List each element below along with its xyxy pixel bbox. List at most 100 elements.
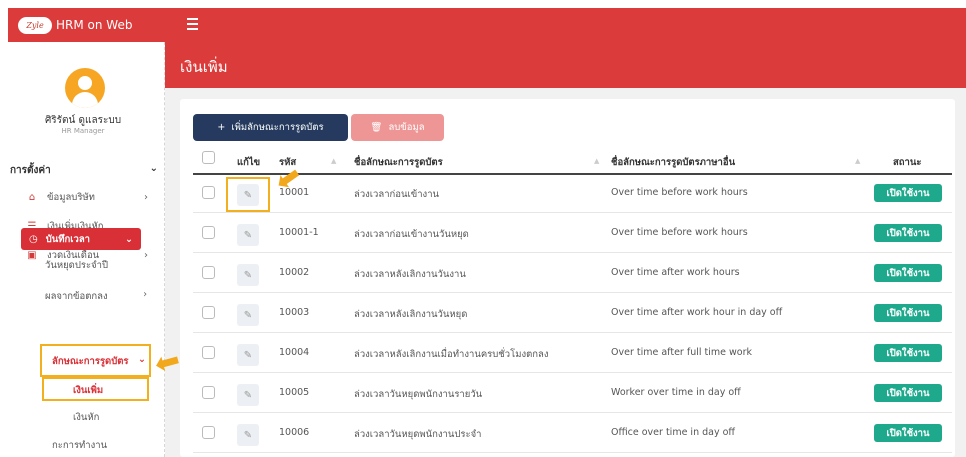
status-badge: เปิดใช้งาน <box>874 384 942 402</box>
table-row[interactable]: ✎ 10006 ล่วงเวลาวันหยุดพนักงานประจำ Offi… <box>193 413 952 453</box>
table-row[interactable]: ✎ 10002 ล่วงเวลาหลังเลิกงานวันงาน Over t… <box>193 253 952 293</box>
cell-name-other: Over time after full time work <box>611 347 752 358</box>
user-name: ศิริรัตน์ ดูแลระบบ <box>44 115 122 126</box>
edit-button[interactable]: ✎ <box>237 344 259 366</box>
chevron-right-icon: › <box>144 191 148 203</box>
sidebar-item-label: บันทึกเวลา <box>45 233 91 245</box>
edit-button[interactable]: ✎ <box>237 424 259 446</box>
cell-name: ล่วงเวลาหลังเลิกงานเมื่อทำงานครบชั่วโมงต… <box>354 349 549 360</box>
top-bar: Zyle HRM on Web <box>8 8 966 42</box>
cell-code: 10005 <box>279 387 310 398</box>
table-row[interactable]: ✎ 10005 ล่วงเวลาวันหยุดพนักงานรายวัน Wor… <box>193 373 952 413</box>
header-edit: แก้ไข <box>237 157 261 168</box>
row-checkbox[interactable] <box>202 226 215 239</box>
header-name-other[interactable]: ชื่อลักษณะการรูดบัตรภาษาอื่น <box>611 155 735 170</box>
cell-code: 10001-1 <box>279 227 319 238</box>
edit-highlight-box <box>226 177 270 212</box>
cell-name: ล่วงเวลาหลังเลิกงานวันหยุด <box>354 309 468 320</box>
sidebar-section-settings[interactable]: การตั้งค่า ⌄ <box>10 163 158 178</box>
money-icon: ▣ <box>27 249 37 261</box>
hamburger-menu-icon[interactable] <box>187 18 198 30</box>
cell-code: 10002 <box>279 267 310 278</box>
cell-name-other: Over time before work hours <box>611 227 748 238</box>
cell-name: ล่วงเวลาก่อนเข้างานวันหยุด <box>354 229 469 240</box>
delete-button[interactable]: 🗑 ลบข้อมูล <box>351 114 444 141</box>
cell-code: 10004 <box>279 347 310 358</box>
pencil-icon: ✎ <box>243 429 253 441</box>
status-badge: เปิดใช้งาน <box>874 184 942 202</box>
clock-icon: ◷ <box>29 233 38 245</box>
row-checkbox[interactable] <box>202 426 215 439</box>
edit-button[interactable]: ✎ <box>237 224 259 246</box>
pencil-icon: ✎ <box>243 309 253 321</box>
cell-name-other: Over time after work hours <box>611 267 740 278</box>
row-checkbox[interactable] <box>202 266 215 279</box>
plus-icon: + <box>217 122 226 133</box>
sidebar-sub-agreement[interactable]: ผลจากข้อตกลง › <box>45 289 157 304</box>
user-role: HR Manager <box>61 127 105 135</box>
cell-code: 10003 <box>279 307 310 318</box>
data-card: + เพิ่มลักษณะการรูดบัตร 🗑 ลบข้อมูล แก้ไข… <box>180 99 955 457</box>
status-badge: เปิดใช้งาน <box>874 304 942 322</box>
add-card-type-button[interactable]: + เพิ่มลักษณะการรูดบัตร <box>193 114 348 141</box>
cell-code: 10006 <box>279 427 310 438</box>
chevron-right-icon: › <box>144 249 148 261</box>
status-badge: เปิดใช้งาน <box>874 264 942 282</box>
home-icon: ⌂ <box>28 191 36 203</box>
page-title: เงินเพิ่ม <box>180 58 228 76</box>
table-row[interactable]: ✎ 10001-1 ล่วงเวลาก่อนเข้างานวันหยุด Ove… <box>193 213 952 253</box>
row-checkbox[interactable] <box>202 306 215 319</box>
avatar[interactable] <box>65 68 105 108</box>
select-all-checkbox[interactable] <box>202 151 215 164</box>
status-badge: เปิดใช้งาน <box>874 424 942 442</box>
sidebar-sub-deduction[interactable]: เงินหัก <box>73 410 99 425</box>
row-checkbox[interactable] <box>202 346 215 359</box>
pencil-icon: ✎ <box>243 269 253 281</box>
cell-name-other: Worker over time in day off <box>611 387 741 398</box>
edit-button[interactable]: ✎ <box>237 264 259 286</box>
sort-icon[interactable]: ▲ <box>594 157 599 165</box>
header-status[interactable]: สถานะ <box>893 155 921 170</box>
sidebar-item-label: ข้อมูลบริษัท <box>47 191 95 203</box>
table-header: แก้ไข รหัส ▲ ชื่อลักษณะการรูดบัตร ▲ ชื่อ… <box>193 145 952 175</box>
sort-icon[interactable]: ▲ <box>331 157 336 165</box>
table-row[interactable]: ✎ 10001 ล่วงเวลาก่อนเข้างาน Over time be… <box>193 173 952 213</box>
add-button-label: เพิ่มลักษณะการรูดบัตร <box>231 122 324 133</box>
sidebar-sub-allowance[interactable]: เงินเพิ่ม <box>73 383 103 398</box>
table-row[interactable]: ✎ 10003 ล่วงเวลาหลังเลิกงานวันหยุด Over … <box>193 293 952 333</box>
logo-badge: Zyle <box>18 16 52 34</box>
cell-name: ล่วงเวลาหลังเลิกงานวันงาน <box>354 269 466 280</box>
sidebar-item-time-record[interactable]: ◷ บันทึกเวลา ⌄ <box>21 228 141 250</box>
section-title-label: การตั้งค่า <box>10 165 51 176</box>
cell-name: ล่วงเวลาวันหยุดพนักงานรายวัน <box>354 389 483 400</box>
edit-button[interactable]: ✎ <box>237 304 259 326</box>
cell-name-other: Office over time in day off <box>611 427 735 438</box>
chevron-down-icon: ⌄ <box>138 354 146 365</box>
edit-button[interactable]: ✎ <box>237 384 259 406</box>
cell-name-other: Over time after work hour in day off <box>611 307 783 318</box>
cell-name-other: Over time before work hours <box>611 187 748 198</box>
sidebar-sub-card-type[interactable]: ลักษณะการรูดบัตร ⌄ <box>52 354 148 369</box>
sub-item-label: ลักษณะการรูดบัตร <box>52 356 129 367</box>
sub-item-label: ผลจากข้อตกลง <box>45 291 108 302</box>
chevron-right-icon: › <box>143 289 147 300</box>
sidebar-item-company[interactable]: ⌂ ข้อมูลบริษัท › <box>8 186 156 208</box>
pencil-icon: ✎ <box>243 229 253 241</box>
sidebar-sub-shift[interactable]: กะการทำงาน <box>52 438 107 453</box>
row-checkbox[interactable] <box>202 186 215 199</box>
pencil-icon: ✎ <box>243 349 253 361</box>
sidebar-sub-holidays[interactable]: วันหยุดประจำปี <box>45 258 108 273</box>
app-title: HRM on Web <box>56 18 133 32</box>
cell-name: ล่วงเวลาก่อนเข้างาน <box>354 189 440 200</box>
sort-icon[interactable]: ▲ <box>855 157 860 165</box>
pencil-icon: ✎ <box>243 389 253 401</box>
cell-name: ล่วงเวลาวันหยุดพนักงานประจำ <box>354 429 482 440</box>
page-header: เงินเพิ่ม <box>165 42 966 88</box>
table-row[interactable]: ✎ 10004 ล่วงเวลาหลังเลิกงานเมื่อทำงานครบ… <box>193 333 952 373</box>
status-badge: เปิดใช้งาน <box>874 224 942 242</box>
row-checkbox[interactable] <box>202 386 215 399</box>
header-name[interactable]: ชื่อลักษณะการรูดบัตร <box>354 155 443 170</box>
status-badge: เปิดใช้งาน <box>874 344 942 362</box>
app-logo[interactable]: Zyle HRM on Web <box>18 8 132 42</box>
trash-icon: 🗑 <box>370 122 383 133</box>
